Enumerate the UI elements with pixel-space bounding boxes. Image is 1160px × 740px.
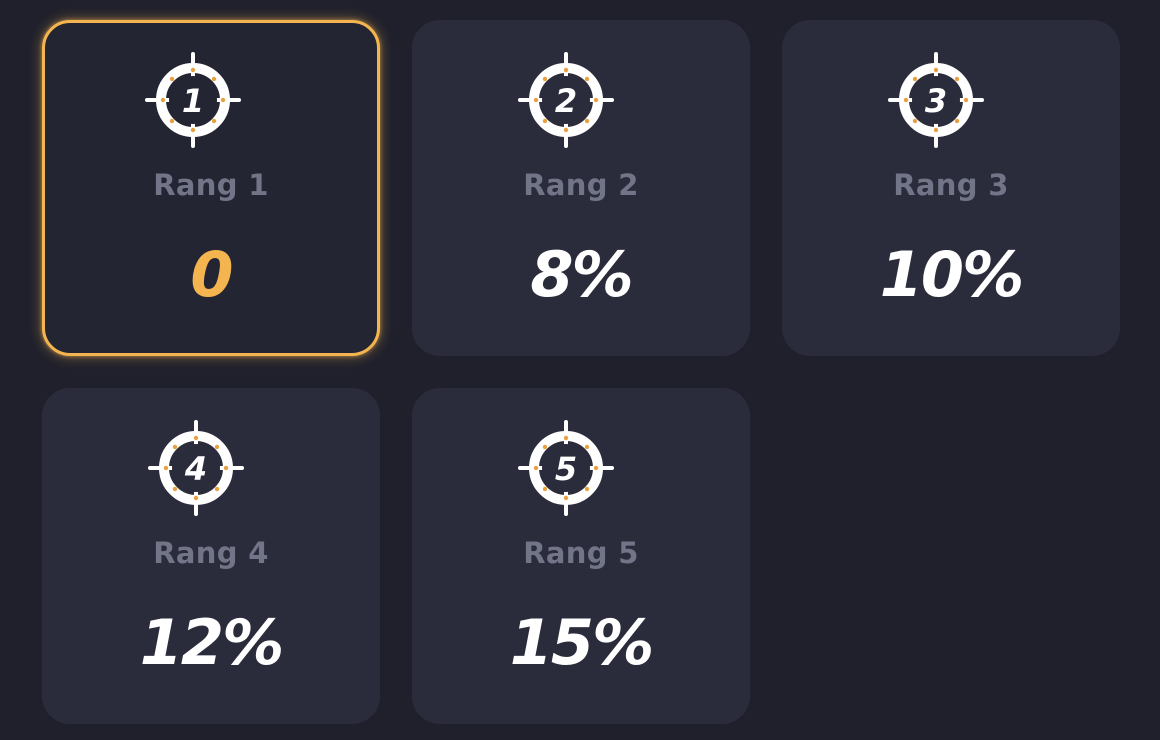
rank-number: 5 — [555, 450, 577, 488]
rank-card-5[interactable]: 5 Rang 5 15% — [412, 388, 750, 724]
rank-grid: 1 Rang 1 0 2 Rang 2 8% 3 Rang 3 10% 4 Ra… — [0, 0, 1160, 740]
rank-value: 8% — [530, 238, 633, 311]
crosshair-rank-5-icon: 5 — [518, 420, 614, 516]
rank-card-4[interactable]: 4 Rang 4 12% — [42, 388, 380, 724]
crosshair-rank-1-icon: 1 — [145, 52, 241, 148]
rank-number: 4 — [184, 450, 207, 488]
rank-number: 1 — [182, 82, 204, 120]
rank-card-2[interactable]: 2 Rang 2 8% — [412, 20, 750, 356]
rank-label: Rang 3 — [893, 168, 1009, 202]
rank-label: Rang 1 — [153, 168, 269, 202]
rank-card-3[interactable]: 3 Rang 3 10% — [782, 20, 1120, 356]
crosshair-rank-4-icon: 4 — [148, 420, 244, 516]
rank-label: Rang 4 — [153, 536, 269, 570]
rank-card-1[interactable]: 1 Rang 1 0 — [42, 20, 380, 356]
rank-value: 10% — [879, 238, 1024, 311]
rank-value: 12% — [139, 606, 284, 679]
crosshair-rank-2-icon: 2 — [518, 52, 614, 148]
rank-number: 2 — [555, 82, 577, 120]
rank-label: Rang 5 — [523, 536, 639, 570]
rank-value: 0 — [190, 238, 233, 311]
rank-value: 15% — [509, 606, 654, 679]
rank-label: Rang 2 — [523, 168, 639, 202]
rank-number: 3 — [925, 82, 947, 120]
crosshair-rank-3-icon: 3 — [888, 52, 984, 148]
